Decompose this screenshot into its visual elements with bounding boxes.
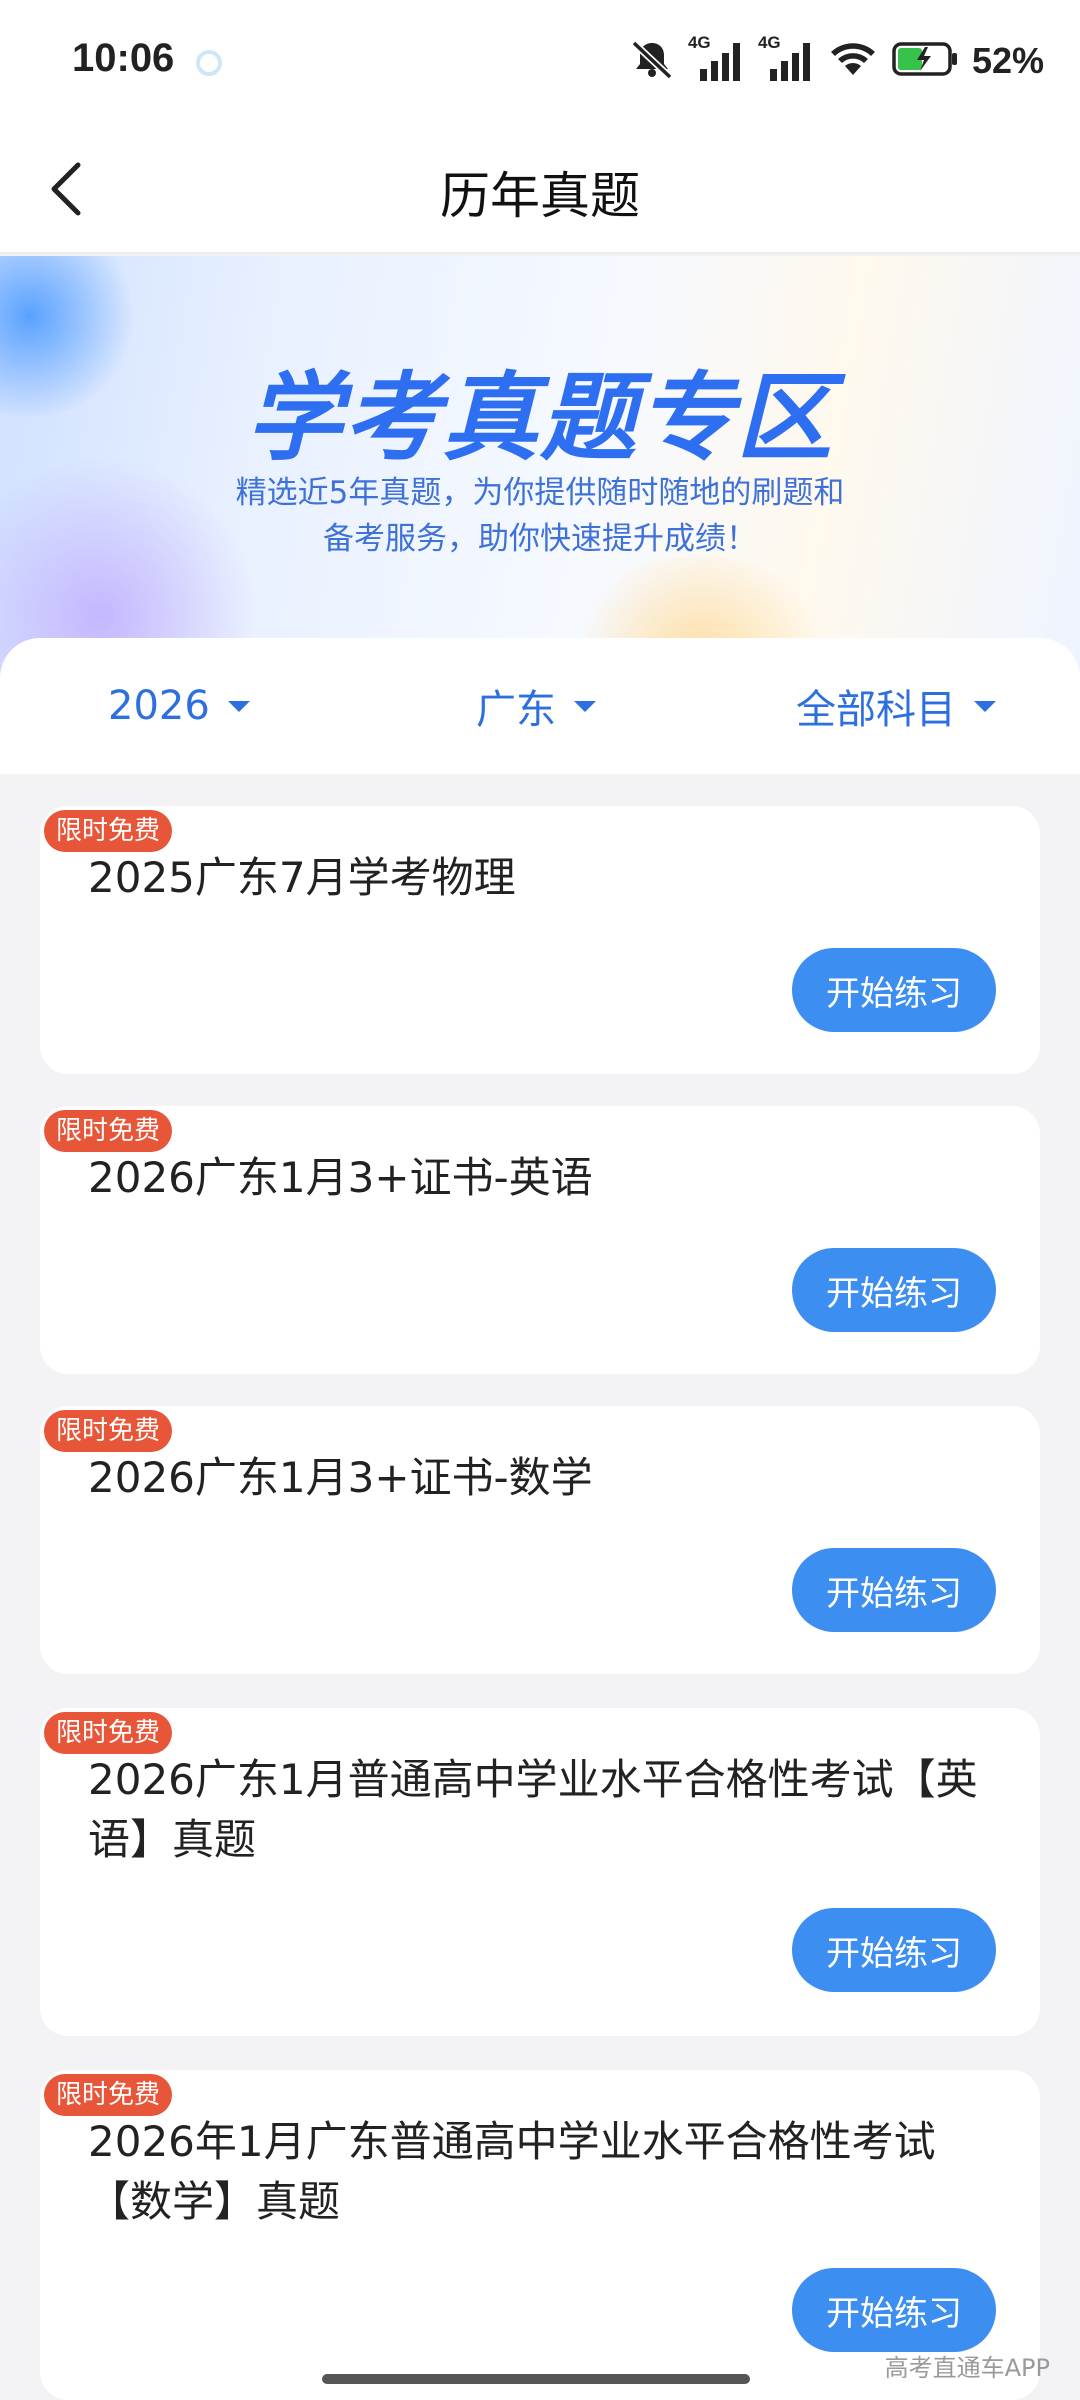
region-filter[interactable]: 广东 xyxy=(476,680,596,733)
start-practice-button[interactable]: 开始练习 xyxy=(792,1908,996,1992)
paper-card[interactable]: 限时免费 2025广东7月学考物理 开始练习 xyxy=(40,806,1040,1074)
year-filter[interactable]: 2026 xyxy=(108,680,250,732)
filter-bar: 2026 广东 全部科目 xyxy=(0,638,1080,774)
paper-title: 2026广东1月普通高中学业水平合格性考试【英语】真题 xyxy=(88,1755,978,1864)
region-filter-label: 广东 xyxy=(476,687,556,733)
banner-subtitle-line: 精选近5年真题，为你提供随时随地的刷题和 xyxy=(235,475,845,511)
page-title: 历年真题 xyxy=(440,167,640,225)
subject-filter[interactable]: 全部科目 xyxy=(796,680,996,733)
paper-title: 2026广东1月3+证书-数学 xyxy=(88,1453,593,1502)
start-practice-button[interactable]: 开始练习 xyxy=(792,948,996,1032)
subject-filter-label: 全部科目 xyxy=(796,687,956,733)
start-practice-button[interactable]: 开始练习 xyxy=(792,1548,996,1632)
free-tag: 限时免费 xyxy=(44,810,173,852)
status-icons: 4G 4G 52% xyxy=(630,33,1044,86)
caret-down-icon xyxy=(574,700,596,712)
signal-icon: 4G xyxy=(758,33,814,83)
paper-title: 2026广东1月3+证书-英语 xyxy=(88,1153,593,1202)
signal-icon: 4G xyxy=(688,33,744,83)
banner-subtitle: 精选近5年真题，为你提供随时随地的刷题和 备考服务，助你快速提升成绩！ xyxy=(0,470,1080,562)
banner-title: 学考真题专区 xyxy=(246,362,834,474)
free-tag: 限时免费 xyxy=(44,1110,173,1152)
paper-title: 2025广东7月学考物理 xyxy=(88,853,516,902)
app-header: 历年真题 xyxy=(0,120,1080,254)
free-tag: 限时免费 xyxy=(44,2074,173,2116)
paper-card[interactable]: 限时免费 2026广东1月普通高中学业水平合格性考试【英语】真题 开始练习 xyxy=(40,1708,1040,2036)
home-indicator[interactable] xyxy=(322,2374,750,2384)
caret-down-icon xyxy=(974,700,996,712)
battery-charging-icon xyxy=(892,41,958,81)
status-time: 10:06 xyxy=(72,36,175,80)
battery-percent: 52% xyxy=(971,40,1044,81)
year-filter-label: 2026 xyxy=(108,683,210,729)
start-practice-button[interactable]: 开始练习 xyxy=(792,1248,996,1332)
paper-card[interactable]: 限时免费 2026广东1月3+证书-数学 开始练习 xyxy=(40,1406,1040,1674)
paper-card[interactable]: 限时免费 2026广东1月3+证书-英语 开始练习 xyxy=(40,1106,1040,1374)
caret-down-icon xyxy=(227,700,250,712)
banner: 学考真题专区 精选近5年真题，为你提供随时随地的刷题和 备考服务，助你快速提升成… xyxy=(0,256,1080,686)
wifi-icon xyxy=(828,39,878,83)
mute-icon xyxy=(630,39,674,83)
free-tag: 限时免费 xyxy=(44,1410,173,1452)
banner-subtitle-line: 备考服务，助你快速提升成绩！ xyxy=(323,521,757,557)
free-tag: 限时免费 xyxy=(44,1712,173,1754)
start-practice-button[interactable]: 开始练习 xyxy=(792,2268,996,2352)
sync-icon xyxy=(196,50,222,76)
status-bar: 10:06 4G 4G 52% xyxy=(0,0,1080,120)
app-watermark: 高考直通车APP xyxy=(884,2354,1050,2382)
paper-title: 2026年1月广东普通高中学业水平合格性考试【数学】真题 xyxy=(88,2117,936,2226)
